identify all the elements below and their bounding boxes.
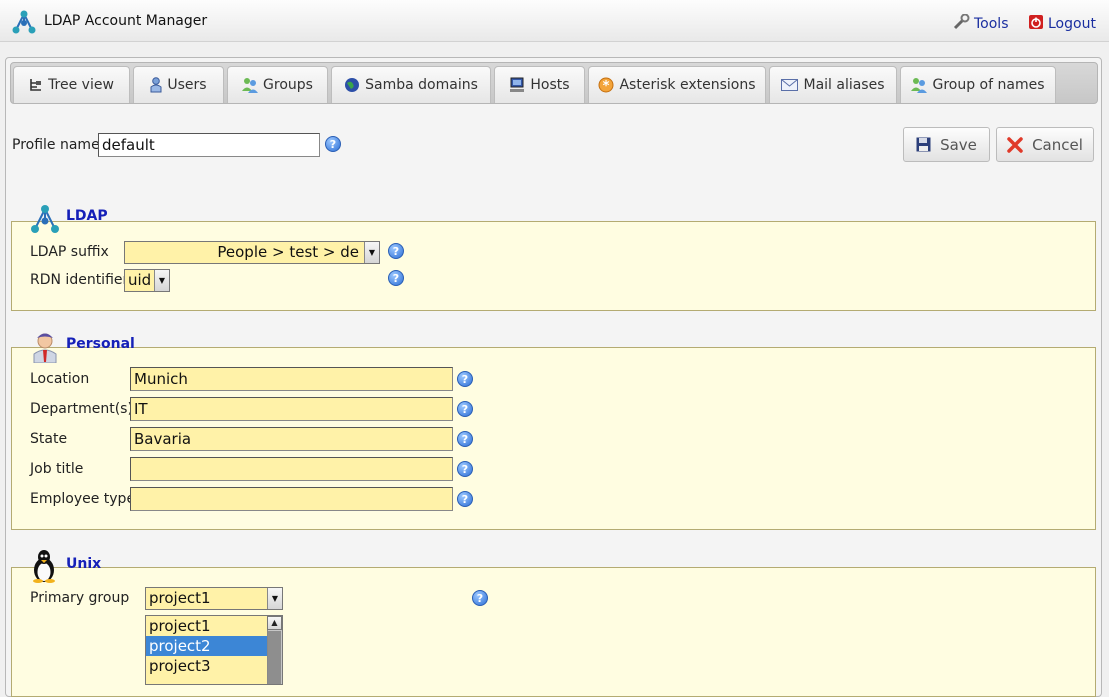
state-label: State bbox=[30, 431, 68, 447]
power-icon bbox=[1028, 14, 1044, 34]
tab-label: Users bbox=[167, 77, 207, 93]
rdn-identifier-value: uid bbox=[128, 271, 152, 289]
tab-tree-view[interactable]: Tree view bbox=[13, 66, 130, 103]
ldap-section bbox=[11, 221, 1096, 311]
tux-penguin-icon bbox=[33, 550, 55, 583]
save-button[interactable]: Save bbox=[903, 127, 990, 162]
legend-label: Unix bbox=[66, 556, 102, 572]
help-icon[interactable]: ? bbox=[457, 401, 473, 417]
groups-icon bbox=[242, 77, 259, 93]
chevron-down-icon: ▼ bbox=[267, 588, 282, 609]
help-icon[interactable]: ? bbox=[472, 590, 488, 606]
tab-mail-aliases[interactable]: Mail aliases bbox=[769, 66, 897, 103]
cancel-x-icon bbox=[1007, 136, 1023, 153]
svg-text:*: * bbox=[603, 79, 610, 93]
mail-icon bbox=[781, 79, 799, 91]
cancel-button[interactable]: Cancel bbox=[996, 127, 1094, 162]
host-computer-icon bbox=[509, 77, 525, 93]
ldap-suffix-select[interactable]: People > test > de ▼ bbox=[124, 241, 380, 264]
samba-globe-icon bbox=[344, 77, 360, 93]
ldap-suffix-label: LDAP suffix bbox=[30, 244, 109, 260]
department-label: Department(s) bbox=[30, 401, 133, 417]
employee-type-input[interactable] bbox=[130, 487, 453, 511]
cancel-label: Cancel bbox=[1032, 135, 1083, 154]
department-input[interactable]: IT bbox=[130, 397, 453, 421]
tab-label: Group of names bbox=[932, 77, 1045, 93]
floppy-disk-icon bbox=[916, 137, 931, 152]
tab-label: Mail aliases bbox=[803, 77, 885, 93]
tab-label: Asterisk extensions bbox=[619, 77, 756, 93]
tab-label: Groups bbox=[263, 77, 313, 93]
groups-listbox[interactable]: project1 project2 project3 ▲ bbox=[145, 615, 283, 685]
job-title-input[interactable] bbox=[130, 457, 453, 481]
asterisk-icon: * bbox=[598, 77, 614, 93]
list-item[interactable]: project2 bbox=[146, 636, 282, 656]
tab-asterisk-extensions[interactable]: * Asterisk extensions bbox=[588, 66, 766, 103]
scroll-up-arrow-icon[interactable]: ▲ bbox=[267, 616, 282, 630]
help-icon[interactable]: ? bbox=[457, 491, 473, 507]
help-icon[interactable]: ? bbox=[457, 461, 473, 477]
tab-samba-domains[interactable]: Samba domains bbox=[331, 66, 491, 103]
ldap-legend: LDAP bbox=[28, 203, 108, 235]
personal-legend: Personal bbox=[32, 329, 135, 363]
rdn-identifier-select[interactable]: uid ▼ bbox=[124, 269, 170, 292]
tab-users[interactable]: Users bbox=[133, 66, 224, 103]
legend-label: Personal bbox=[66, 336, 135, 352]
ldap-suffix-value: People > test > de bbox=[217, 243, 359, 261]
user-icon bbox=[150, 77, 162, 93]
chevron-down-icon: ▼ bbox=[364, 242, 379, 263]
legend-label: LDAP bbox=[66, 208, 108, 224]
ldap-tree-icon bbox=[31, 205, 59, 233]
tab-label: Hosts bbox=[530, 77, 570, 93]
tree-view-icon bbox=[29, 78, 43, 92]
tab-hosts[interactable]: Hosts bbox=[494, 66, 585, 103]
primary-group-value: project1 bbox=[149, 589, 211, 607]
tools-link[interactable]: Tools bbox=[952, 13, 1009, 34]
group-of-names-icon bbox=[911, 77, 928, 93]
chevron-down-icon: ▼ bbox=[154, 270, 169, 291]
help-icon[interactable]: ? bbox=[388, 270, 404, 286]
tab-label: Samba domains bbox=[365, 77, 478, 93]
help-icon[interactable]: ? bbox=[388, 243, 404, 259]
save-label: Save bbox=[940, 135, 977, 154]
logout-link[interactable]: Logout bbox=[1028, 14, 1096, 34]
tab-groups[interactable]: Groups bbox=[227, 66, 328, 103]
list-item[interactable]: project3 bbox=[146, 656, 282, 676]
scrollbar-thumb[interactable] bbox=[268, 631, 281, 684]
wrench-icon bbox=[952, 13, 970, 34]
location-input[interactable]: Munich bbox=[130, 367, 453, 391]
tab-label: Tree view bbox=[48, 77, 114, 93]
list-item[interactable]: project1 bbox=[146, 616, 282, 636]
primary-group-label: Primary group bbox=[30, 590, 130, 606]
app-header: LDAP Account Manager Tools Logout bbox=[0, 0, 1109, 42]
tools-label: Tools bbox=[974, 16, 1009, 32]
state-input[interactable]: Bavaria bbox=[130, 427, 453, 451]
app-title: LDAP Account Manager bbox=[44, 13, 208, 29]
profile-name-input[interactable]: default bbox=[98, 133, 320, 157]
help-icon[interactable]: ? bbox=[457, 371, 473, 387]
location-label: Location bbox=[30, 371, 90, 387]
rdn-identifier-label: RDN identifier bbox=[30, 272, 129, 288]
job-title-label: Job title bbox=[30, 461, 84, 477]
profile-name-label: Profile name bbox=[12, 137, 100, 153]
unix-legend: Unix bbox=[30, 549, 101, 583]
help-icon[interactable]: ? bbox=[325, 136, 341, 152]
primary-group-select[interactable]: project1 ▼ bbox=[145, 587, 283, 610]
employee-type-label: Employee type bbox=[30, 491, 136, 507]
tab-group-of-names[interactable]: Group of names bbox=[900, 66, 1056, 103]
person-icon bbox=[33, 333, 57, 363]
help-icon[interactable]: ? bbox=[457, 431, 473, 447]
logout-label: Logout bbox=[1048, 16, 1096, 32]
ldap-tree-logo-icon bbox=[12, 10, 36, 34]
